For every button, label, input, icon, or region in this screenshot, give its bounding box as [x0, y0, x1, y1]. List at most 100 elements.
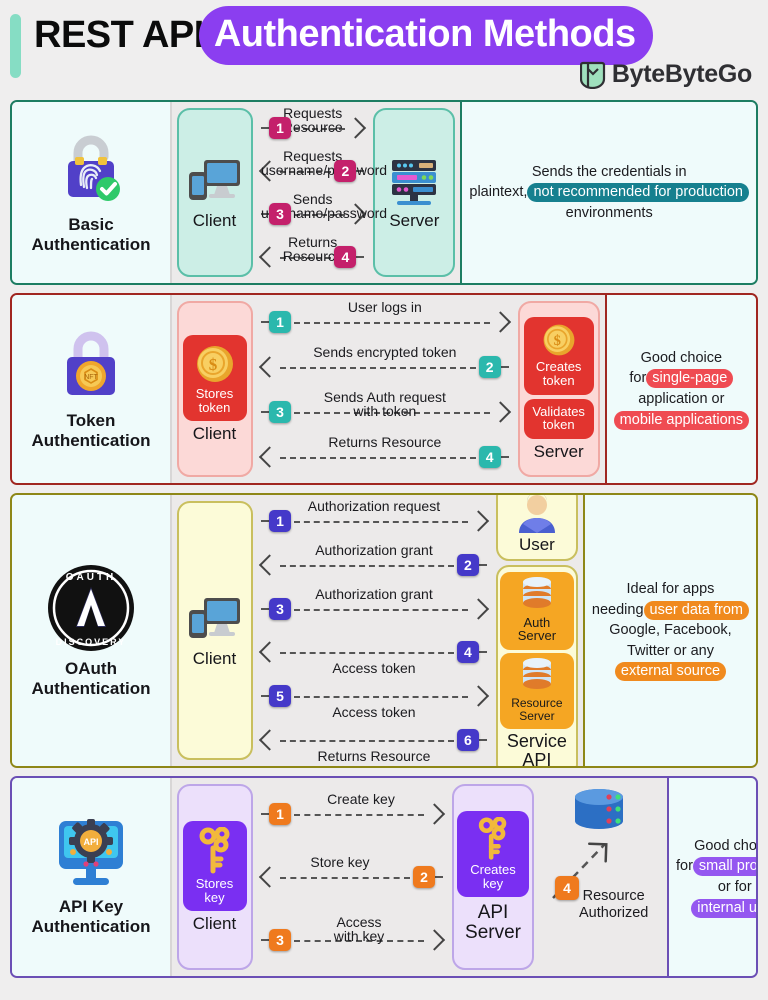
step-label: Access token [332, 704, 416, 721]
step-row: 4 Returns Resource [261, 435, 509, 474]
padlock-nft-coin-icon: NFT [67, 331, 115, 396]
notes-cell-apikey: Good choice forsmall projects or for int… [667, 778, 756, 976]
header-accent-bar [10, 14, 21, 78]
step-label: Sends encrypted token [313, 343, 457, 360]
client-column-oauth: Client [172, 495, 257, 766]
server-chip-resource-server: Resource Server [499, 653, 574, 730]
step-label: Access with key [333, 914, 385, 945]
server-chip-auth-server: Auth Server [499, 571, 574, 651]
arrow-left-icon [261, 642, 277, 662]
note-part: or for [717, 879, 752, 895]
key-icon [478, 816, 507, 860]
svg-text:DISCOVERY: DISCOVERY [56, 637, 127, 647]
node-server-token: $ Creates token Validates token Server [517, 301, 600, 477]
svg-text:$: $ [553, 333, 560, 349]
notes-text-token: Good choice for single-page application o… [613, 348, 749, 430]
notes-cell-basic: Sends the credentials in plaintext, not r… [460, 102, 756, 283]
node-client-apikey: Stores key Client [176, 784, 253, 970]
step-badge: 2 [456, 553, 479, 576]
step-badge: 4 [456, 641, 479, 664]
node-label-server-token: Server [533, 441, 584, 461]
flow-apikey: 1 Create key 2 Store key 3 Access with key [257, 778, 447, 976]
step-row: 2 Requests username/password [261, 149, 387, 188]
token-coin-icon: $ [196, 345, 233, 382]
chip-label: Stores key [195, 875, 234, 905]
svg-text:API: API [83, 837, 98, 847]
database-icon [522, 576, 551, 608]
node-service-api-oauth: Auth Server Resource Server Service API [495, 564, 578, 768]
database-icon [522, 658, 551, 690]
arrow-right-icon [427, 930, 443, 950]
step-label: Create key [327, 790, 395, 807]
step-row: 3 Authorization grant [261, 587, 487, 626]
client-column-token: $ Stores token Client [172, 295, 257, 483]
step-badge: 1 [269, 802, 291, 825]
client-column-apikey: Stores key Client [172, 778, 257, 976]
step-label: Authorization request [307, 497, 441, 514]
token-coin-icon: $ [543, 324, 575, 356]
devices-icon [188, 159, 240, 200]
step-badge: 2 [413, 865, 435, 888]
chip-label: Stores token [195, 385, 234, 415]
step-badge: 1 [269, 310, 291, 333]
step-badge: 3 [269, 400, 291, 423]
arrow-right-icon [348, 204, 364, 224]
server-chip-validates-token: Validates token [523, 398, 594, 439]
arrow-right-icon [471, 686, 487, 706]
note-part: environments [565, 204, 653, 221]
client-chip-stores-token: $ Stores token [182, 334, 247, 422]
step-row: 3 Access with key [261, 915, 443, 957]
note-highlight: not recommended for production [527, 183, 750, 203]
step-badge: 3 [269, 929, 291, 952]
step-row: 4 Returns Resource [261, 235, 365, 274]
svg-text:NFT: NFT [84, 374, 98, 381]
method-cell-apikey: API API Key Authentication [12, 778, 172, 976]
step-row: 1 Requests Resource [261, 106, 364, 145]
arrow-left-icon [261, 555, 277, 575]
node-client-token: $ Stores token Client [176, 301, 253, 477]
step-row: 2 Store key [261, 855, 443, 894]
svg-text:$: $ [208, 355, 217, 374]
step-badge: 4 [478, 445, 501, 468]
node-label-server-basic: Server [389, 211, 440, 231]
method-row-oauth: OAUTH DISCOVERY OAuth Authentication Cli… [10, 493, 758, 768]
arrow-left-icon [261, 357, 277, 377]
node-user-oauth: User [495, 495, 578, 561]
step-row: 3 Sends Auth request with token [261, 390, 509, 429]
step-row: 2 Sends encrypted token [261, 345, 509, 384]
arrow-left-icon [261, 447, 277, 467]
method-cell-basic: Basic Authentication [12, 102, 172, 283]
method-row-token: NFT Token Authentication $ Stores token … [10, 293, 758, 485]
arrow-right-icon [348, 118, 364, 138]
method-name-apikey: API Key Authentication [31, 897, 151, 936]
step-badge: 3 [269, 597, 291, 620]
server-column-token: $ Creates token Validates token Server [513, 295, 605, 483]
step-label: Store key [310, 853, 370, 870]
arrow-right-icon [493, 312, 509, 332]
node-client-oauth: Client [176, 501, 253, 760]
methods-list: Basic Authentication Client 1 Requests Re… [0, 100, 768, 978]
bytebytego-logo-icon [579, 61, 606, 89]
page-header: REST API Authentication Methods ByteByte… [0, 0, 768, 100]
step-label: Authorization grant [315, 585, 433, 602]
node-label-service-api: Service API [506, 731, 567, 768]
step-row: 6 Returns Resource [261, 723, 487, 763]
title-plain-text: REST API [34, 14, 204, 56]
node-label-client-oauth: Client [192, 648, 237, 668]
flow-oauth: 1 Authorization request 2 Authorization gr… [257, 495, 491, 766]
step-row: 1 User logs in [261, 300, 509, 339]
chip-label: Auth Server [517, 614, 557, 644]
brand-logo-group: ByteByteGo [579, 60, 752, 89]
note-part: application or [638, 391, 725, 407]
step-label: Returns Resource [328, 433, 442, 450]
api-gear-monitor-icon: API [59, 819, 123, 886]
client-column-basic: Client [172, 102, 257, 283]
chip-label: Resource Server [511, 696, 563, 723]
node-client-basic: Client [176, 108, 253, 277]
step-label: Authorization grant [315, 541, 433, 558]
devices-icon [188, 597, 240, 638]
step-row: 2 Authorization grant [261, 543, 487, 582]
method-cell-token: NFT Token Authentication [12, 295, 172, 483]
chip-label: Creates key [470, 861, 516, 891]
arrow-right-icon [471, 511, 487, 531]
